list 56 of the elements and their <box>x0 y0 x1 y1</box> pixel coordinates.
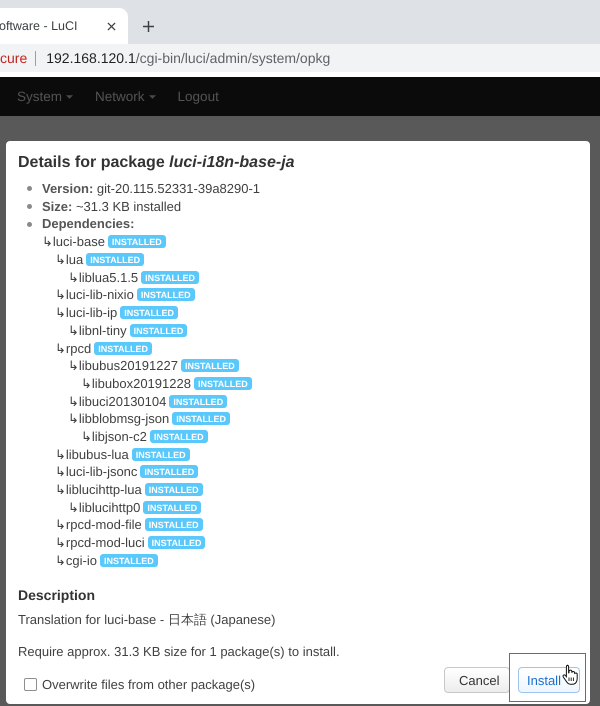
status-badge: INSTALLED <box>169 394 228 408</box>
dependency-name: ↳luci-base <box>42 233 105 250</box>
status-badge: INSTALLED <box>86 253 144 266</box>
checkbox-label[interactable]: Overwrite files from other package(s) <box>42 677 256 692</box>
status-badge: INSTALLED <box>180 359 239 372</box>
description-text: Translation for luci-base - 日本語 (Japanese) <box>18 611 276 630</box>
dependency-name: ↳libuci20130104 <box>68 392 166 410</box>
status-badge: INSTALLED <box>144 518 203 532</box>
bullet-icon <box>27 186 32 192</box>
status-badge: INSTALLED <box>140 465 198 478</box>
dependency-name: ↳luci-lib-jsonc <box>55 463 138 480</box>
dialog-button[interactable]: Cancel <box>444 667 510 694</box>
status-badge: INSTALLED <box>141 270 200 284</box>
description-heading: Description <box>18 586 96 604</box>
dependency-name: ↳libubus-lua <box>55 446 129 463</box>
dependency-name: ↳luci-lib-ip <box>55 304 118 322</box>
status-badge: INSTALLED <box>130 324 188 337</box>
dependency-name: ↳cgi-io <box>55 552 97 569</box>
detail-text: Dependencies: <box>42 215 134 234</box>
status-badge: INSTALLED <box>148 536 206 550</box>
security-label: cure <box>0 50 28 66</box>
overwrite-checkbox[interactable] <box>24 678 37 692</box>
dependency-name: ↳libjson-c2 <box>81 428 147 445</box>
status-badge: INSTALLED <box>150 430 208 443</box>
dependency-name: ↳rpcd <box>55 340 92 357</box>
status-badge: INSTALLED <box>132 448 190 461</box>
address-bar[interactable]: cure 192.168.120.1/cgi-bin/luci/admin/system/opkg <box>0 44 600 72</box>
close-icon[interactable] <box>107 22 116 30</box>
dependency-name: ↳liblucihttp-lua <box>55 481 142 498</box>
status-badge: INSTALLED <box>94 342 152 355</box>
dependency-name: ↳libubus20191227 <box>68 357 178 374</box>
dependency-name: ↳lua <box>55 251 84 268</box>
dependency-name: ↳libblobmsg-json <box>68 410 170 428</box>
dialog-title: Details for package luci-i18n-base-ja <box>18 153 296 173</box>
url-text: 192.168.120.1/cgi-bin/luci/admin/system/opkg <box>46 50 330 66</box>
status-badge: INSTALLED <box>194 376 252 390</box>
status-badge: INSTALLED <box>108 235 166 248</box>
dependency-name: ↳liblua5.1.5 <box>68 268 138 286</box>
status-badge: INSTALLED <box>120 306 178 320</box>
dependency-name: ↳liblucihttp0 <box>68 498 140 516</box>
status-badge: INSTALLED <box>144 483 203 496</box>
status-badge: INSTALLED <box>143 500 202 514</box>
status-badge: INSTALLED <box>100 554 158 567</box>
new-tab-icon[interactable] <box>143 20 154 32</box>
bullet-icon <box>27 222 32 227</box>
dependency-name: ↳libubox20191228 <box>81 374 191 392</box>
detail-text: Version: git-20.115.52331-39a8290-1 <box>42 180 260 198</box>
dependency-name: ↳rpcd-mod-luci <box>55 534 145 552</box>
install-summary: Require approx. 31.3 KB size for 1 package(s) to install. <box>18 643 341 662</box>
status-badge: INSTALLED <box>136 288 195 302</box>
bullet-icon <box>27 204 32 210</box>
dependency-name: ↳libnl-tiny <box>68 322 127 339</box>
status-badge: INSTALLED <box>172 412 230 426</box>
detail-text: Size: ~31.3 KB installed <box>42 198 182 216</box>
dependency-name: ↳luci-lib-nixio <box>55 286 134 304</box>
dependency-name: ↳rpcd-mod-file <box>55 516 142 534</box>
